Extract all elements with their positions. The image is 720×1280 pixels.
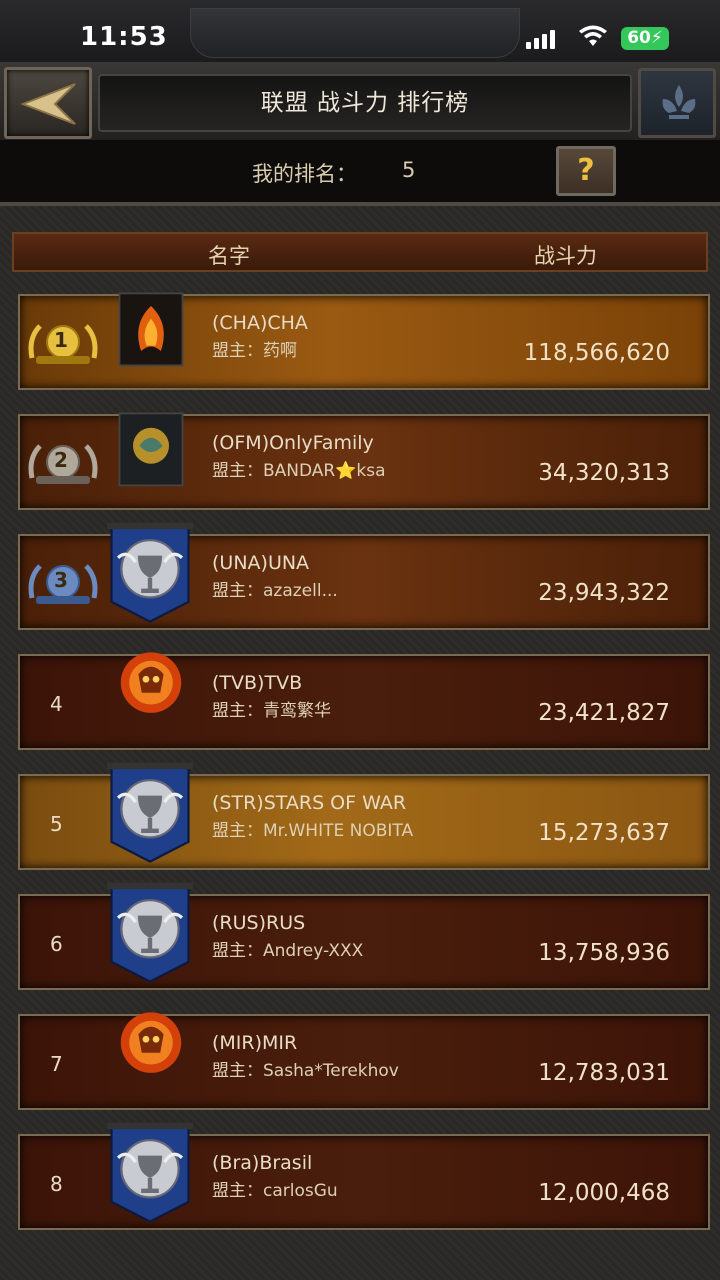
- my-rank-bar: 我的排名： 5 ?: [0, 142, 720, 202]
- alliance-name: (Bra)Brasil: [212, 1152, 313, 1174]
- my-rank-label: 我的排名：: [252, 162, 357, 186]
- leader-name: carlosGu: [263, 1181, 338, 1201]
- alliance-name: (STR)STARS OF WAR: [212, 792, 407, 814]
- battery-icon: 60⚡: [621, 27, 669, 50]
- column-header: 名字 战斗力: [12, 232, 708, 272]
- leader-label: 盟主：: [212, 341, 263, 361]
- my-rank-value: 5: [402, 158, 416, 182]
- leader-name: BANDAR⭐ksa: [263, 461, 386, 481]
- ranking-row[interactable]: 5 (STR)STARS OF WAR 盟主：Mr.WHITE NOBITA 15,…: [18, 762, 710, 870]
- alliance-leader: 盟主：青鸾繁华: [212, 696, 331, 721]
- grail-blue-banner-icon: [107, 1122, 193, 1224]
- alliance-name: (TVB)TVB: [212, 672, 303, 694]
- rank-number: 1: [54, 328, 68, 352]
- alliance-power: 118,566,620: [523, 340, 670, 366]
- signal-icon: [526, 30, 555, 49]
- title-bar: 联盟 战斗力 排行榜: [0, 62, 720, 142]
- grail-blue-banner-icon: [107, 882, 193, 984]
- ranking-row[interactable]: 2 (OFM)OnlyFamily 盟主：BANDAR⭐ksa 34,320,313: [18, 412, 710, 510]
- alliance-power: 12,783,031: [538, 1060, 670, 1086]
- leader-label: 盟主：: [212, 581, 263, 601]
- ranking-row[interactable]: 7 (MIR)MIR 盟主：Sasha*Terekhov 12,783,031: [18, 1012, 710, 1110]
- leader-label: 盟主：: [212, 461, 263, 481]
- grail-blue-banner-icon: [107, 522, 193, 624]
- alliance-power: 23,421,827: [538, 700, 670, 726]
- leader-label: 盟主：: [212, 941, 263, 961]
- grail-blue-banner-icon: [107, 762, 193, 864]
- ranking-row[interactable]: 8 (Bra)Brasil 盟主：carlosGu 12,000,468: [18, 1122, 710, 1230]
- ranking-row[interactable]: 1 (CHA)CHA 盟主：药啊 118,566,620: [18, 292, 710, 390]
- battery-level: 60: [627, 28, 651, 48]
- alliance-power: 13,758,936: [538, 940, 670, 966]
- leader-label: 盟主：: [212, 701, 263, 721]
- alliance-leader: 盟主：Mr.WHITE NOBITA: [212, 816, 413, 841]
- status-bar: 11:53 60⚡: [0, 0, 720, 62]
- rank-number: 2: [54, 448, 68, 472]
- status-notch: [190, 8, 520, 58]
- leader-name: azazell...: [263, 581, 338, 601]
- rank-number: 8: [50, 1172, 63, 1196]
- leader-label: 盟主：: [212, 1061, 263, 1081]
- alliance-leader: 盟主：azazell...: [212, 576, 338, 601]
- alliance-leader: 盟主：carlosGu: [212, 1176, 338, 1201]
- alliance-power: 12,000,468: [538, 1180, 670, 1206]
- page-title: 联盟 战斗力 排行榜: [98, 74, 632, 132]
- alliance-name: (RUS)RUS: [212, 912, 306, 934]
- leader-name: 青鸾繁华: [263, 701, 331, 721]
- leader-name: Sasha*Terekhov: [263, 1061, 399, 1081]
- rank-number: 3: [54, 568, 68, 592]
- alliance-name: (CHA)CHA: [212, 312, 308, 334]
- leader-label: 盟主：: [212, 1181, 263, 1201]
- dragon-banner-icon: [112, 404, 190, 504]
- alliance-name: (UNA)UNA: [212, 552, 310, 574]
- back-button[interactable]: [4, 67, 92, 139]
- column-power: 战斗力: [534, 244, 597, 268]
- flame-skull-crest-icon: [112, 1004, 190, 1104]
- wifi-icon: [579, 25, 607, 46]
- rank-number: 5: [50, 812, 63, 836]
- ranking-row[interactable]: 3 (UNA)UNA 盟主：azazell... 23,943,322: [18, 522, 710, 630]
- flame-skull-crest-icon: [112, 644, 190, 744]
- leader-name: Mr.WHITE NOBITA: [263, 821, 414, 841]
- status-time: 11:53: [80, 22, 168, 52]
- alliance-leader: 盟主：BANDAR⭐ksa: [212, 456, 386, 481]
- alliance-leader: 盟主：Andrey-XXX: [212, 936, 363, 961]
- rank-number: 6: [50, 932, 63, 956]
- alliance-leader: 盟主：药啊: [212, 336, 297, 361]
- alliance-crest-button[interactable]: [638, 68, 716, 138]
- help-button[interactable]: ?: [556, 146, 616, 196]
- rank-medal-icon: 2: [26, 438, 100, 492]
- leader-label: 盟主：: [212, 821, 263, 841]
- column-name: 名字: [208, 244, 250, 268]
- alliance-name: (MIR)MIR: [212, 1032, 298, 1054]
- fire-wings-banner-icon: [112, 284, 190, 384]
- leader-name: 药啊: [263, 341, 297, 361]
- rank-medal-icon: 3: [26, 558, 100, 612]
- alliance-power: 34,320,313: [538, 460, 670, 486]
- ranking-row[interactable]: 6 (RUS)RUS 盟主：Andrey-XXX 13,758,936: [18, 882, 710, 990]
- alliance-power: 23,943,322: [538, 580, 670, 606]
- back-arrow-icon: [20, 83, 76, 125]
- alliance-power: 15,273,637: [538, 820, 670, 846]
- ranking-row[interactable]: 4 (TVB)TVB 盟主：青鸾繁华 23,421,827: [18, 652, 710, 750]
- fleur-icon: [662, 85, 696, 119]
- alliance-leader: 盟主：Sasha*Terekhov: [212, 1056, 399, 1081]
- alliance-name: (OFM)OnlyFamily: [212, 432, 374, 454]
- ranking-panel: 名字 战斗力 1 (CHA)CHA 盟主：药啊 118,566,620 2 (OFM…: [0, 202, 720, 1280]
- rank-medal-icon: 1: [26, 318, 100, 372]
- rank-number: 4: [50, 692, 63, 716]
- rank-number: 7: [50, 1052, 63, 1076]
- leader-name: Andrey-XXX: [263, 941, 364, 961]
